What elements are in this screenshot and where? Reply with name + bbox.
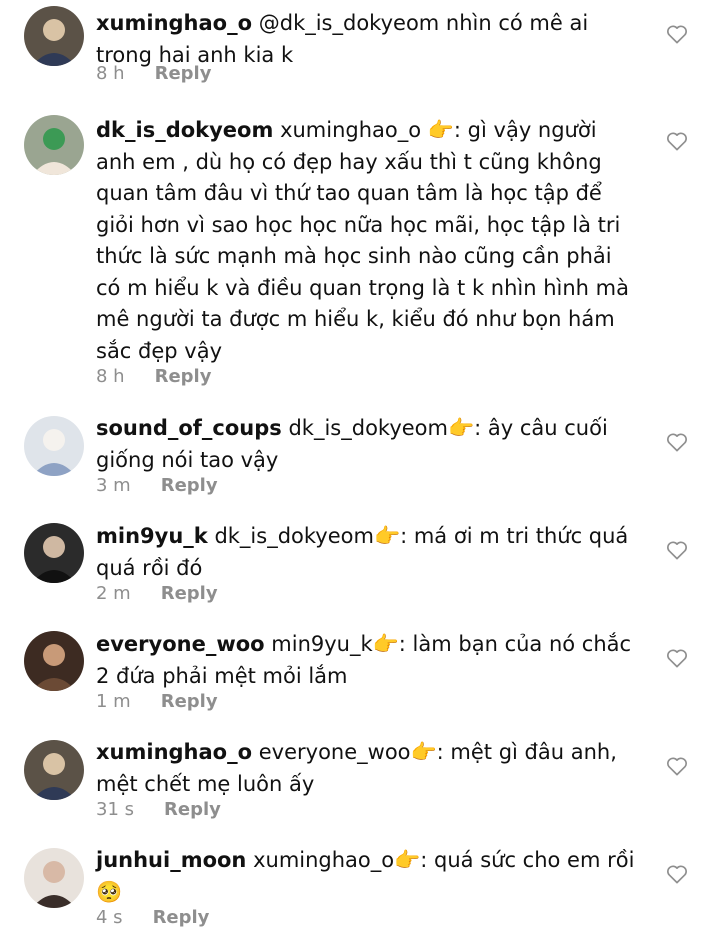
avatar[interactable] — [24, 6, 84, 66]
comment-body: junhui_moon xuminghao_o👉: quá sức cho em… — [96, 845, 641, 908]
avatar[interactable] — [24, 523, 84, 583]
reply-button[interactable]: Reply — [161, 583, 218, 604]
comment-username[interactable]: min9yu_k — [96, 524, 208, 548]
comment-text: xuminghao_o 👉: gì vậy người anh em , dù … — [96, 118, 629, 363]
comment-body: dk_is_dokyeom xuminghao_o 👉: gì vậy ngườ… — [96, 115, 641, 367]
heart-outline-icon[interactable] — [666, 756, 688, 776]
comment-username[interactable]: xuminghao_o — [96, 11, 252, 35]
heart-outline-icon[interactable] — [666, 432, 688, 452]
comment-username[interactable]: xuminghao_o — [96, 740, 252, 764]
heart-outline-icon[interactable] — [666, 648, 688, 668]
reply-button[interactable]: Reply — [155, 63, 212, 84]
comment-timestamp: 4 s — [96, 907, 123, 928]
heart-outline-icon[interactable] — [666, 864, 688, 884]
comment-meta: 8 h Reply — [96, 62, 211, 86]
avatar[interactable] — [24, 115, 84, 175]
reply-button[interactable]: Reply — [161, 691, 218, 712]
comment-body: everyone_woo min9yu_k👉: làm bạn của nó c… — [96, 629, 641, 692]
comment-meta: 3 m Reply — [96, 474, 218, 498]
heart-outline-icon[interactable] — [666, 131, 688, 151]
comment-body: min9yu_k dk_is_dokyeom👉: má ơi m tri thứ… — [96, 521, 641, 584]
comment-username[interactable]: sound_of_coups — [96, 416, 282, 440]
comment-username[interactable]: everyone_woo — [96, 632, 265, 656]
comment-body: xuminghao_o everyone_woo👉: mệt gì đâu an… — [96, 737, 641, 800]
comment-meta: 4 s Reply — [96, 906, 209, 930]
comment-username[interactable]: dk_is_dokyeom — [96, 118, 273, 142]
comment-timestamp: 8 h — [96, 63, 125, 84]
comment-timestamp: 8 h — [96, 366, 125, 387]
comment-timestamp: 1 m — [96, 691, 131, 712]
avatar[interactable] — [24, 848, 84, 908]
avatar[interactable] — [24, 631, 84, 691]
comment-meta: 31 s Reply — [96, 798, 221, 822]
comment-timestamp: 31 s — [96, 799, 135, 820]
comment-meta: 2 m Reply — [96, 582, 218, 606]
comment-meta: 8 h Reply — [96, 365, 211, 389]
comment-timestamp: 2 m — [96, 583, 131, 604]
reply-button[interactable]: Reply — [153, 907, 210, 928]
comment-username[interactable]: junhui_moon — [96, 848, 246, 872]
avatar[interactable] — [24, 416, 84, 476]
comment-body: sound_of_coups dk_is_dokyeom👉: ây câu cu… — [96, 413, 641, 476]
reply-button[interactable]: Reply — [161, 475, 218, 496]
reply-button[interactable]: Reply — [164, 799, 221, 820]
heart-outline-icon[interactable] — [666, 24, 688, 44]
comment-meta: 1 m Reply — [96, 690, 218, 714]
comment-timestamp: 3 m — [96, 475, 131, 496]
reply-button[interactable]: Reply — [155, 366, 212, 387]
heart-outline-icon[interactable] — [666, 540, 688, 560]
avatar[interactable] — [24, 740, 84, 800]
